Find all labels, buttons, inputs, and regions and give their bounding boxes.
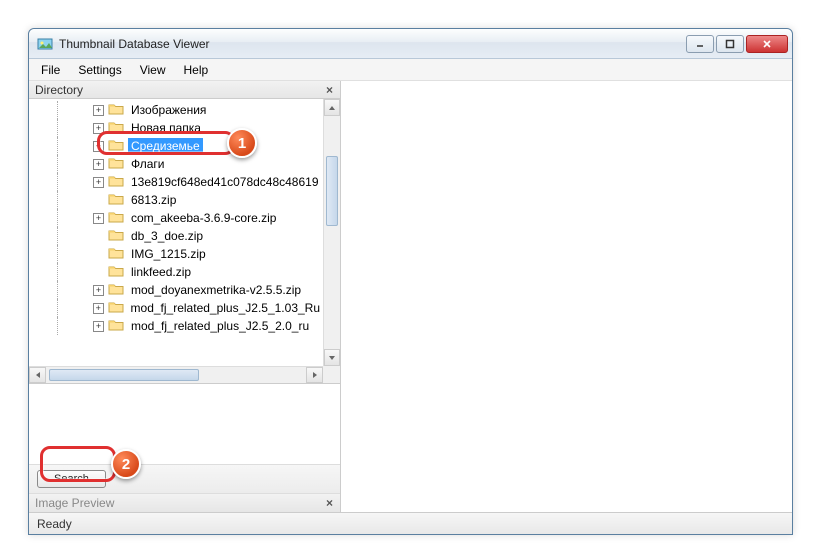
tree-item[interactable]: +IMG_1215.zip bbox=[29, 245, 323, 263]
horizontal-scrollbar[interactable] bbox=[29, 366, 323, 383]
folder-icon bbox=[108, 318, 124, 335]
expand-icon[interactable]: + bbox=[93, 321, 104, 332]
tree-item[interactable]: + Средиземье bbox=[29, 137, 323, 155]
directory-panel-title: Directory bbox=[35, 83, 323, 97]
tree-item-label: Средиземье bbox=[128, 138, 203, 154]
expand-icon[interactable]: + bbox=[93, 213, 104, 224]
menu-view[interactable]: View bbox=[132, 61, 174, 79]
statusbar: Ready bbox=[29, 512, 792, 534]
tree-item-label: Флаги bbox=[128, 156, 167, 172]
folder-icon bbox=[108, 210, 124, 227]
tree-item-label: com_akeeba-3.6.9-core.zip bbox=[128, 210, 279, 226]
expand-icon[interactable]: + bbox=[93, 159, 104, 170]
scroll-down-icon[interactable] bbox=[324, 349, 340, 366]
tree-item-label: Изображения bbox=[128, 102, 209, 118]
preview-panel-header: Image Preview × bbox=[29, 494, 340, 512]
folder-icon bbox=[108, 246, 124, 263]
vertical-scrollbar[interactable] bbox=[323, 99, 340, 366]
minimize-button[interactable] bbox=[686, 35, 714, 53]
window-title: Thumbnail Database Viewer bbox=[59, 37, 686, 51]
expand-icon[interactable]: + bbox=[93, 303, 104, 314]
left-pane: Directory × + Изображения + Новая папка + Сре… bbox=[29, 81, 341, 512]
folder-icon bbox=[108, 120, 124, 137]
scroll-up-icon[interactable] bbox=[324, 99, 340, 116]
window-controls bbox=[686, 35, 788, 53]
titlebar: Thumbnail Database Viewer bbox=[29, 29, 792, 59]
folder-icon bbox=[108, 102, 124, 119]
tree-item[interactable]: + mod_doyanexmetrika-v2.5.5.zip bbox=[29, 281, 323, 299]
expand-icon[interactable]: + bbox=[93, 123, 104, 134]
expand-icon[interactable]: + bbox=[93, 285, 104, 296]
tree-item[interactable]: + com_akeeba-3.6.9-core.zip bbox=[29, 209, 323, 227]
tree-item-label: mod_fj_related_plus_J2.5_2.0_ru bbox=[128, 318, 312, 334]
maximize-button[interactable] bbox=[716, 35, 744, 53]
tree-item-label: db_3_doe.zip bbox=[128, 228, 206, 244]
directory-panel-header: Directory × bbox=[29, 81, 340, 99]
tree-item-label: mod_doyanexmetrika-v2.5.5.zip bbox=[128, 282, 304, 298]
tree-item[interactable]: +6813.zip bbox=[29, 191, 323, 209]
folder-icon bbox=[108, 156, 124, 173]
menu-help[interactable]: Help bbox=[176, 61, 217, 79]
tree-item-label: 13e819cf648ed41c078dc48c48619 bbox=[128, 174, 322, 190]
body-area: Directory × + Изображения + Новая папка + Сре… bbox=[29, 81, 792, 512]
scroll-thumb[interactable] bbox=[326, 156, 338, 226]
tree-item-label: Новая папка bbox=[128, 120, 204, 136]
scroll-right-icon[interactable] bbox=[306, 367, 323, 383]
menubar: File Settings View Help bbox=[29, 59, 792, 81]
scroll-corner bbox=[323, 366, 340, 383]
tree-item[interactable]: + Новая папка bbox=[29, 119, 323, 137]
folder-icon bbox=[108, 282, 124, 299]
tree-item[interactable]: + mod_fj_related_plus_J2.5_1.03_Ru bbox=[29, 299, 323, 317]
scroll-left-icon[interactable] bbox=[29, 367, 46, 383]
folder-icon bbox=[108, 228, 124, 245]
menu-file[interactable]: File bbox=[33, 61, 68, 79]
folder-icon bbox=[108, 174, 124, 191]
expand-icon[interactable]: + bbox=[93, 105, 104, 116]
status-text: Ready bbox=[37, 517, 72, 531]
tree-scroll[interactable]: + Изображения + Новая папка + Средиземье + Флаг… bbox=[29, 99, 323, 366]
search-bar: Search bbox=[29, 464, 340, 494]
tree-item[interactable]: +13e819cf648ed41c078dc48c48619 bbox=[29, 173, 323, 191]
tree-item[interactable]: + Флаги bbox=[29, 155, 323, 173]
tree-item[interactable]: + Изображения bbox=[29, 101, 323, 119]
app-icon bbox=[37, 36, 53, 52]
folder-icon bbox=[108, 264, 124, 281]
close-button[interactable] bbox=[746, 35, 788, 53]
app-window: Thumbnail Database Viewer File Settings … bbox=[28, 28, 793, 535]
expand-icon[interactable]: + bbox=[93, 141, 104, 152]
expand-icon[interactable]: + bbox=[93, 177, 104, 188]
directory-tree-container: + Изображения + Новая папка + Средиземье + Флаг… bbox=[29, 99, 340, 384]
tree-item-label: 6813.zip bbox=[128, 192, 179, 208]
preview-panel-close-icon[interactable]: × bbox=[323, 496, 336, 510]
tree-item-label: mod_fj_related_plus_J2.5_1.03_Ru bbox=[128, 300, 323, 316]
directory-panel-close-icon[interactable]: × bbox=[323, 83, 336, 97]
scroll-track[interactable] bbox=[324, 116, 340, 349]
folder-icon bbox=[108, 300, 124, 317]
search-button[interactable]: Search bbox=[37, 470, 106, 488]
tree-item-label: linkfeed.zip bbox=[128, 264, 194, 280]
tree-item[interactable]: +linkfeed.zip bbox=[29, 263, 323, 281]
folder-icon bbox=[108, 192, 124, 209]
directory-tree: + Изображения + Новая папка + Средиземье + Флаг… bbox=[29, 99, 323, 337]
preview-panel-title: Image Preview bbox=[35, 496, 323, 510]
hscroll-thumb[interactable] bbox=[49, 369, 199, 381]
tree-item-label: IMG_1215.zip bbox=[128, 246, 209, 262]
tree-item[interactable]: + mod_fj_related_plus_J2.5_2.0_ru bbox=[29, 317, 323, 335]
menu-settings[interactable]: Settings bbox=[70, 61, 129, 79]
content-pane bbox=[341, 81, 792, 512]
list-gap bbox=[29, 384, 340, 464]
tree-item[interactable]: +db_3_doe.zip bbox=[29, 227, 323, 245]
folder-icon bbox=[108, 138, 124, 155]
